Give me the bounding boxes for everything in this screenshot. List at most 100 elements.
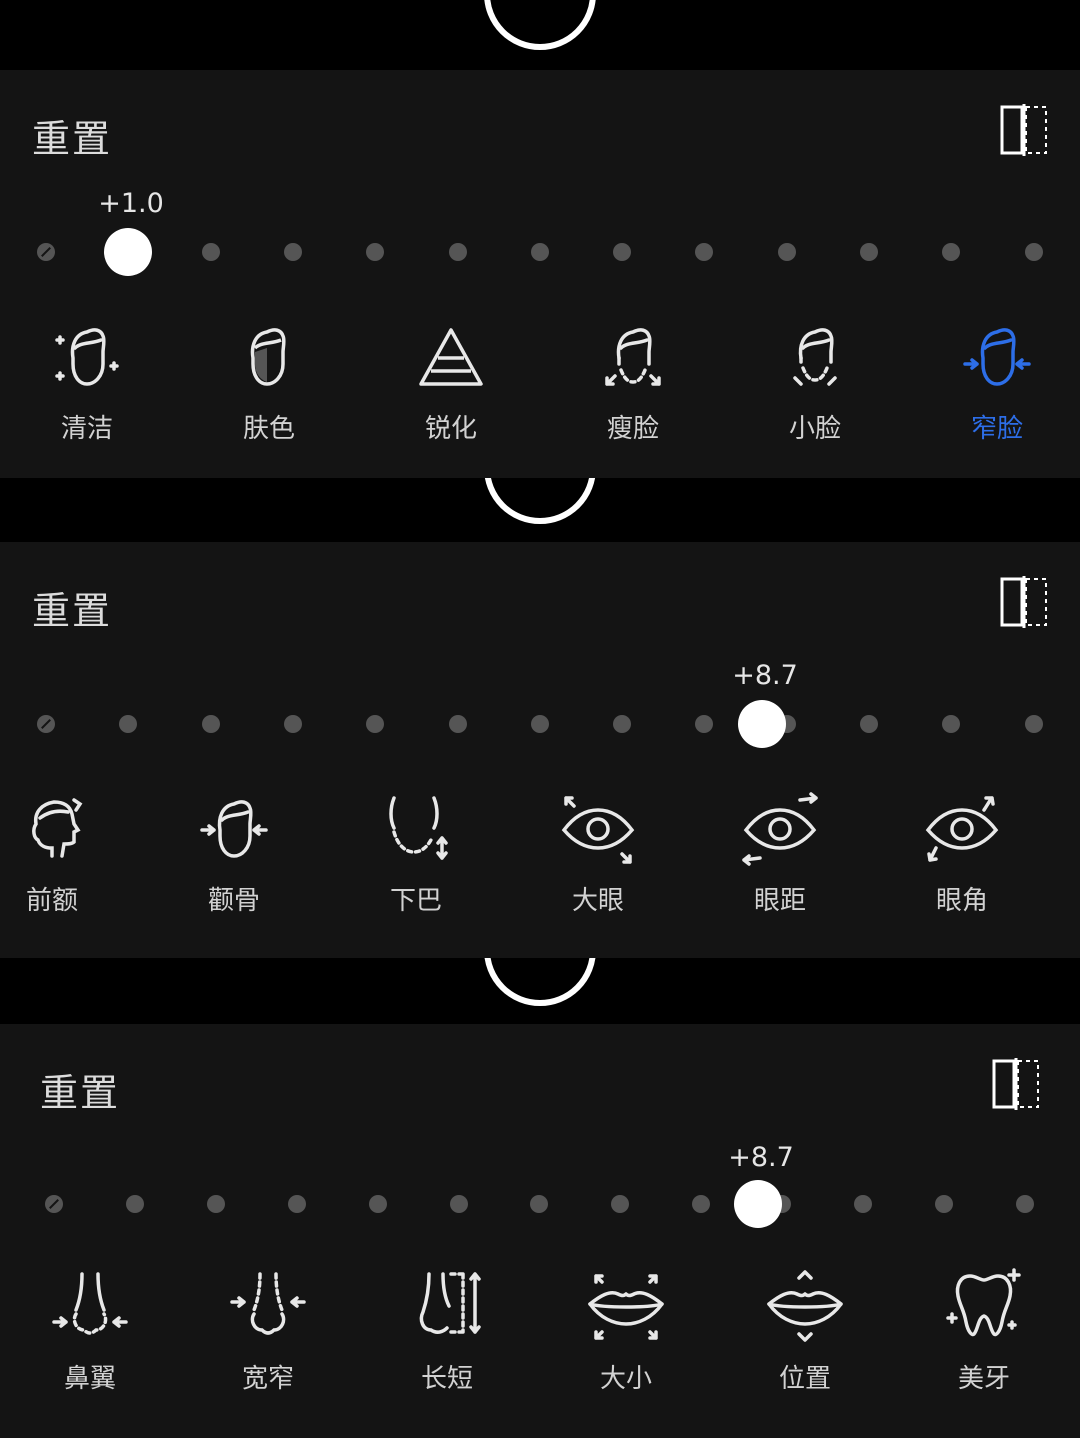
nose-width-icon <box>230 1272 306 1335</box>
reset-button[interactable]: 重置 <box>32 580 112 635</box>
face-small-icon <box>793 328 837 386</box>
shutter-button[interactable] <box>484 478 596 524</box>
tool-label: 瘦脸 <box>606 414 659 444</box>
slider-dot[interactable] <box>1024 243 1043 261</box>
tool-label: 位置 <box>778 1364 831 1394</box>
slider-dot[interactable] <box>692 1195 711 1213</box>
slider-dot[interactable] <box>530 1195 549 1213</box>
tool-label: 眼角 <box>935 886 988 916</box>
shutter-button[interactable] <box>484 0 596 50</box>
tool-nose-wing[interactable]: 鼻翼 <box>30 1268 150 1395</box>
tool-label: 眼距 <box>753 886 806 916</box>
slider-dot[interactable] <box>613 243 632 261</box>
tool-label: 美牙 <box>957 1364 1010 1394</box>
slider-dot[interactable] <box>854 1195 872 1213</box>
slider-dot[interactable] <box>366 715 385 733</box>
camera-gap-middle <box>0 478 1080 542</box>
tool-teeth[interactable]: 美牙 <box>924 1268 1044 1395</box>
slider-dot[interactable] <box>1024 715 1043 733</box>
slider-dot[interactable] <box>530 243 549 261</box>
lips-size-icon <box>588 1274 664 1340</box>
tool-nose-width[interactable]: 宽窄 <box>208 1268 328 1395</box>
slider-value: +8.7 <box>732 660 798 691</box>
split-compare-icon[interactable] <box>1000 576 1048 628</box>
tool-label: 锐化 <box>424 414 477 444</box>
adjust-panel-features: 重置 +8.7 前额 颧骨 下巴 大眼 眼距 眼角 <box>0 542 1080 958</box>
cheekbone-icon <box>200 800 268 858</box>
split-compare-icon[interactable] <box>1000 104 1048 156</box>
slider-dot[interactable] <box>448 715 467 733</box>
tool-eye-distance[interactable]: 眼距 <box>720 790 840 917</box>
slider-dot[interactable] <box>283 243 302 261</box>
camera-gap-top <box>0 0 1080 70</box>
slider-dot[interactable] <box>777 243 796 261</box>
split-compare-icon[interactable] <box>992 1058 1040 1110</box>
tool-clean[interactable]: 清洁 <box>27 318 147 445</box>
slider-dot[interactable] <box>201 243 220 261</box>
slider-dot[interactable] <box>368 1195 387 1213</box>
nose-wing-icon <box>52 1272 128 1335</box>
face-skintone-icon <box>250 328 286 386</box>
eye-enlarge-icon <box>561 796 635 864</box>
tool-cheekbone[interactable]: 颧骨 <box>174 790 294 917</box>
eye-distance-icon <box>742 792 818 866</box>
slider-dot[interactable] <box>287 1195 306 1213</box>
face-narrow-icon <box>963 328 1031 386</box>
slider-knob[interactable] <box>104 228 153 276</box>
intensity-slider[interactable] <box>0 228 1080 276</box>
tool-skintone[interactable]: 肤色 <box>209 318 329 445</box>
lips-position-icon <box>767 1270 843 1342</box>
tool-label: 前额 <box>25 886 78 916</box>
slider-dot[interactable] <box>448 243 467 261</box>
slider-knob[interactable] <box>738 700 786 748</box>
reset-button[interactable]: 重置 <box>32 108 112 163</box>
tool-label: 大小 <box>599 1364 652 1394</box>
slider-dot[interactable] <box>1015 1195 1034 1213</box>
slider-dot[interactable] <box>695 715 714 733</box>
tool-eye-angle[interactable]: 眼角 <box>902 790 1022 917</box>
slider-zero-dot[interactable] <box>45 1195 63 1213</box>
slider-zero-dot[interactable] <box>37 715 55 733</box>
slider-dot[interactable] <box>366 243 385 261</box>
slider-dot[interactable] <box>934 1195 953 1213</box>
slider-dot[interactable] <box>860 715 878 733</box>
tool-label: 大眼 <box>571 886 624 916</box>
intensity-slider[interactable] <box>0 1180 1080 1228</box>
slider-dot[interactable] <box>206 1195 225 1213</box>
tool-sharpen[interactable]: 锐化 <box>391 318 511 445</box>
tool-lips-size[interactable]: 大小 <box>566 1268 686 1395</box>
tool-label: 长短 <box>420 1364 473 1394</box>
shutter-button[interactable] <box>484 958 596 1006</box>
slider-dot[interactable] <box>530 715 549 733</box>
slider-dot[interactable] <box>283 715 302 733</box>
slider-dot[interactable] <box>125 1195 144 1213</box>
reset-button[interactable]: 重置 <box>40 1062 120 1117</box>
slider-dot[interactable] <box>611 1195 630 1213</box>
slider-dot[interactable] <box>942 715 961 733</box>
tool-nose-length[interactable]: 长短 <box>387 1268 507 1395</box>
tool-chin[interactable]: 下巴 <box>356 790 476 917</box>
slider-dot[interactable] <box>695 243 714 261</box>
slider-dot[interactable] <box>449 1195 468 1213</box>
tooth-whiten-icon <box>946 1268 1021 1337</box>
camera-gap-bottom <box>0 958 1080 1024</box>
slider-knob[interactable] <box>733 1180 782 1228</box>
tool-label: 鼻翼 <box>63 1364 116 1394</box>
slider-dot[interactable] <box>119 715 138 733</box>
tool-big-eyes[interactable]: 大眼 <box>538 790 658 917</box>
tool-slim-face[interactable]: 瘦脸 <box>573 318 693 445</box>
intensity-slider[interactable] <box>0 700 1080 748</box>
face-clean-icon <box>55 328 119 386</box>
slider-zero-dot[interactable] <box>37 243 55 261</box>
slider-dot[interactable] <box>860 243 878 261</box>
sharpen-triangle-icon <box>419 328 483 386</box>
slider-dot[interactable] <box>613 715 632 733</box>
adjust-panel-face: 重置 +1.0 清洁 肤色 锐化 瘦脸 小脸 窄脸 <box>0 70 1080 478</box>
slider-dot[interactable] <box>201 715 220 733</box>
tool-narrow-face[interactable]: 窄脸 <box>937 318 1057 445</box>
tool-forehead[interactable]: 前额 <box>0 790 112 917</box>
tool-lips-position[interactable]: 位置 <box>745 1268 865 1395</box>
slider-dot[interactable] <box>942 243 961 261</box>
tool-label: 宽窄 <box>241 1364 294 1394</box>
tool-small-face[interactable]: 小脸 <box>755 318 875 445</box>
